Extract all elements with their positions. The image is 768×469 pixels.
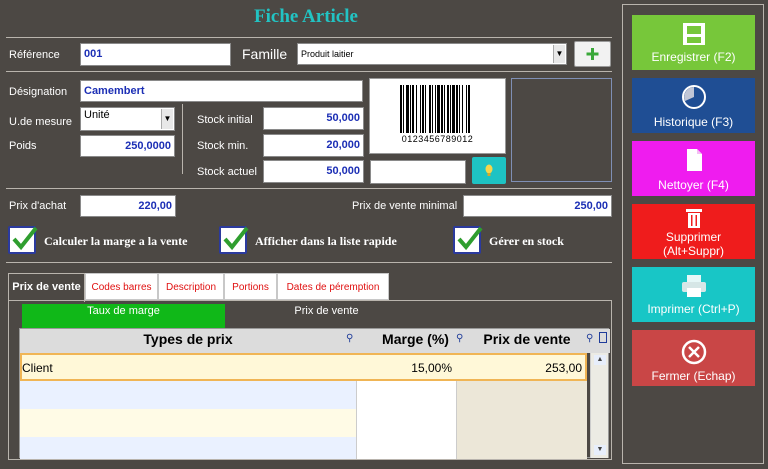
grid-row-2[interactable] — [20, 409, 356, 437]
cell-type: Client — [22, 361, 53, 375]
divider-top — [6, 37, 612, 38]
unite-label: U.de mesure — [9, 116, 72, 128]
prix-vente-min-input[interactable]: 250,00 — [463, 195, 612, 217]
prix-vente-min-label: Prix de vente minimal — [352, 200, 458, 212]
grid-header-prix: Prix de vente — [483, 331, 571, 347]
save-icon — [682, 23, 705, 45]
close-button[interactable]: Fermer (Echap) — [632, 330, 755, 386]
tab-description[interactable]: Description — [158, 273, 224, 300]
add-famille-button[interactable] — [574, 41, 611, 67]
divider-ref — [6, 71, 612, 72]
history-button-label: Historique (F3) — [653, 115, 734, 129]
barcode-number: 0123456789012 — [401, 134, 474, 144]
grid-col-prix-blank — [456, 381, 587, 459]
famille-value: Produit laitier — [301, 49, 354, 59]
scroll-up-icon[interactable]: ▲ — [594, 355, 606, 365]
famille-select[interactable]: Produit laitier ▼ — [297, 43, 567, 65]
delete-button[interactable]: Supprimer (Alt+Suppr) — [632, 204, 755, 259]
clear-button-label: Nettoyer (F4) — [658, 178, 729, 192]
stock-min-label: Stock min. — [197, 140, 249, 152]
subtab-prix-vente[interactable]: Prix de vente — [225, 304, 428, 328]
barcode-image: 0123456789012 — [369, 78, 506, 154]
checkmark-icon — [12, 226, 38, 251]
tab-codes-barres[interactable]: Codes barres — [85, 273, 158, 300]
grid-scrollbar[interactable]: ▲ ▼ — [590, 353, 608, 458]
grid-row-3[interactable] — [20, 437, 356, 459]
prix-achat-label: Prix d'achat — [9, 200, 67, 212]
scroll-down-icon[interactable]: ▼ — [594, 445, 606, 455]
search-icon[interactable]: ⚲ — [456, 333, 463, 344]
tab-dates-peremption[interactable]: Dates de péremption — [277, 273, 389, 300]
price-grid: Types de prix ⚲ Marge (%) ⚲ Prix de vent… — [19, 328, 610, 459]
divider-vertical — [182, 104, 183, 174]
search-icon[interactable]: ⚲ — [346, 333, 353, 344]
chevron-down-icon[interactable]: ▼ — [553, 45, 565, 63]
grid-row-1[interactable] — [20, 381, 356, 409]
tab-prix-de-vente[interactable]: Prix de vente — [8, 273, 85, 302]
subtab-taux-marge[interactable]: Taux de marge — [22, 304, 225, 328]
delete-button-label: Supprimer (Alt+Suppr) — [662, 230, 725, 258]
stock-initial-label: Stock initial — [197, 114, 253, 126]
grid-header-types: Types de prix — [143, 331, 233, 347]
save-button[interactable]: Enregistrer (F2) — [632, 15, 755, 70]
divider-checks — [6, 262, 612, 263]
trash-icon[interactable] — [599, 332, 607, 343]
print-button-label: Imprimer (Ctrl+P) — [647, 302, 740, 316]
prix-achat-input[interactable]: 220,00 — [80, 195, 176, 217]
clear-button[interactable]: Nettoyer (F4) — [632, 141, 755, 196]
afficher-liste-checkbox[interactable] — [219, 226, 249, 254]
trash-icon — [685, 209, 702, 228]
grid-col-marge-blank — [356, 381, 456, 459]
cell-prix: 253,00 — [545, 361, 582, 375]
afficher-liste-label: Afficher dans la liste rapide — [255, 234, 397, 248]
tab-portions[interactable]: Portions — [224, 273, 277, 300]
checkmark-icon — [223, 226, 249, 251]
stock-initial-input[interactable]: 50,000 — [263, 107, 364, 130]
generate-barcode-button[interactable] — [472, 157, 506, 184]
unite-value: Unité — [84, 109, 110, 121]
stock-actuel-input[interactable]: 50,000 — [263, 160, 364, 183]
grid-header-marge: Marge (%) — [382, 331, 449, 347]
document-icon — [686, 149, 702, 171]
unite-select[interactable]: Unité ▼ — [80, 107, 175, 131]
gerer-stock-checkbox[interactable] — [453, 226, 483, 254]
reference-label: Référence — [9, 49, 60, 61]
printer-icon — [681, 275, 706, 297]
history-button[interactable]: Historique (F3) — [632, 78, 755, 133]
barcode-input[interactable] — [370, 160, 466, 184]
plus-icon — [586, 48, 599, 60]
print-button[interactable]: Imprimer (Ctrl+P) — [632, 267, 755, 322]
tab-panel: Taux de marge Prix de vente Types de pri… — [8, 300, 612, 460]
chevron-down-icon[interactable]: ▼ — [161, 109, 173, 129]
reference-input[interactable]: 001 — [80, 43, 231, 66]
stock-actuel-label: Stock actuel — [197, 166, 257, 178]
page-title: Fiche Article — [254, 6, 358, 27]
clock-icon — [681, 85, 706, 109]
designation-input[interactable]: Camembert — [80, 80, 363, 102]
close-icon — [681, 339, 706, 365]
calculer-marge-checkbox[interactable] — [8, 226, 38, 254]
poids-input[interactable]: 250,0000 — [80, 135, 175, 157]
search-icon[interactable]: ⚲ — [586, 333, 593, 344]
famille-label: Famille — [242, 46, 288, 62]
poids-label: Poids — [9, 140, 37, 152]
stock-min-input[interactable]: 20,000 — [263, 134, 364, 157]
designation-label: Désignation — [9, 86, 68, 98]
article-image-box[interactable] — [511, 78, 612, 182]
gerer-stock-label: Gérer en stock — [489, 234, 564, 248]
calculer-marge-label: Calculer la marge a la vente — [44, 234, 188, 248]
checkmark-icon — [457, 226, 483, 251]
divider-stock — [6, 188, 612, 189]
lightbulb-icon — [485, 164, 493, 176]
cell-marge: 15,00% — [411, 361, 452, 375]
close-button-label: Fermer (Echap) — [651, 369, 736, 383]
save-button-label: Enregistrer (F2) — [651, 50, 736, 64]
